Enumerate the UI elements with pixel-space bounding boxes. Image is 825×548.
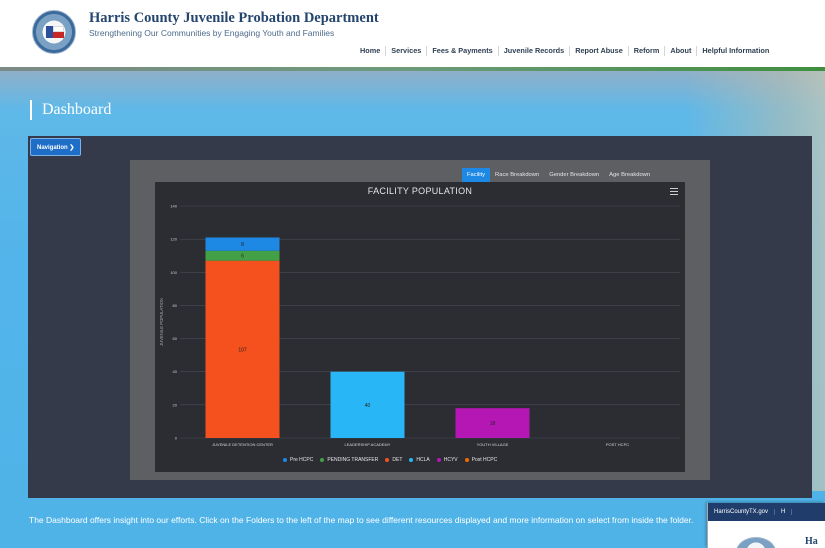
y-tick-label: 140 xyxy=(170,204,177,209)
chart-tabs: Facility Race Breakdown Gender Breakdown… xyxy=(462,168,655,182)
department-logo[interactable] xyxy=(32,10,76,54)
legend-label: Post HCPC xyxy=(471,457,498,463)
legend-dot-icon xyxy=(385,458,390,462)
legend-dot-icon xyxy=(409,458,414,462)
tab-age-breakdown[interactable]: Age Breakdown xyxy=(604,168,655,182)
chart-legend: Pre HCPC PENDING TRANSFER DET HCLA HCYV Post … xyxy=(283,457,504,463)
legend-label: Pre HCPC xyxy=(290,457,314,463)
x-tick-label: POST HCPC xyxy=(606,442,629,447)
popup-title: Ha xyxy=(805,536,818,547)
legend-item[interactable]: DET xyxy=(385,457,402,463)
y-tick-label: 120 xyxy=(170,237,177,242)
legend-dot-icon xyxy=(464,458,469,462)
main-nav: Home Services Fees & Payments Juvenile R… xyxy=(355,44,774,58)
overlapping-window: HarrisCountyTX.gov H Ha xyxy=(707,503,825,548)
site-title[interactable]: Harris County Juvenile Probation Departm… xyxy=(89,10,379,27)
nav-fees-payments[interactable]: Fees & Payments xyxy=(426,46,497,56)
navigation-button[interactable]: Navigation ❯ xyxy=(30,138,82,156)
data-label: 18 xyxy=(490,421,496,427)
legend-item[interactable]: HCYV xyxy=(436,457,458,463)
legend-label: HCYV xyxy=(443,457,458,463)
legend-label: HCLA xyxy=(416,457,430,463)
nav-reform[interactable]: Reform xyxy=(627,46,665,56)
legend-label: PENDING TRANSFER xyxy=(327,457,379,463)
x-tick-label: YOUTH VILLAGE xyxy=(477,442,509,447)
tab-facility[interactable]: Facility xyxy=(462,168,491,182)
y-tick-label: 60 xyxy=(173,336,178,341)
y-tick-label: 0 xyxy=(175,436,178,441)
y-tick-label: 80 xyxy=(173,303,178,308)
y-tick-label: 40 xyxy=(173,369,178,374)
x-tick-label: LEADERSHIP ACADEMY xyxy=(345,442,391,447)
y-tick-label: 20 xyxy=(173,402,178,407)
popup-logo xyxy=(736,537,776,548)
legend-item[interactable]: Post HCPC xyxy=(464,457,498,463)
facility-population-chart: 0 20 40 60 80 100 120 140 JUVENILE POPULATION 107… xyxy=(159,204,680,447)
legend-dot-icon xyxy=(283,458,287,462)
legend-item[interactable]: PENDING TRANSFER xyxy=(320,457,378,463)
nav-services[interactable]: Services xyxy=(385,46,426,56)
legend-item[interactable]: HCLA xyxy=(409,457,430,463)
legend-label: DET xyxy=(392,457,403,463)
tab-gender-breakdown[interactable]: Gender Breakdown xyxy=(544,168,604,182)
nav-juvenile-records[interactable]: Juvenile Records xyxy=(497,46,569,56)
page-title: Dashboard xyxy=(30,100,111,120)
texas-flag-icon xyxy=(46,26,64,38)
nav-home[interactable]: Home xyxy=(355,46,385,56)
popup-link-more[interactable]: H xyxy=(775,509,793,515)
legend-item[interactable]: Pre HCPC xyxy=(283,457,313,463)
legend-dot-icon xyxy=(320,458,325,462)
nav-report-abuse[interactable]: Report Abuse xyxy=(569,46,628,56)
nav-about[interactable]: About xyxy=(664,46,696,56)
legend-dot-icon xyxy=(436,458,441,462)
data-label: 6 xyxy=(241,254,244,260)
data-label: 8 xyxy=(241,242,244,248)
x-tick-label: JUVENILE DETENTION CENTER xyxy=(212,442,273,447)
nav-helpful-information[interactable]: Helpful Information xyxy=(696,46,774,56)
site-tagline: Strengthening Our Communities by Engagin… xyxy=(89,28,335,38)
y-tick-label: 100 xyxy=(170,270,177,275)
popup-link-harriscounty[interactable]: HarrisCountyTX.gov xyxy=(708,509,776,515)
y-axis-title: JUVENILE POPULATION xyxy=(159,298,164,346)
data-label: 40 xyxy=(365,403,371,409)
dashboard-description: The Dashboard offers insight into our ef… xyxy=(29,515,694,525)
tab-race-breakdown[interactable]: Race Breakdown xyxy=(490,168,544,182)
popup-top-bar: HarrisCountyTX.gov H xyxy=(708,503,825,521)
site-header: Harris County Juvenile Probation Departm… xyxy=(0,0,825,70)
data-label: 107 xyxy=(238,347,247,353)
